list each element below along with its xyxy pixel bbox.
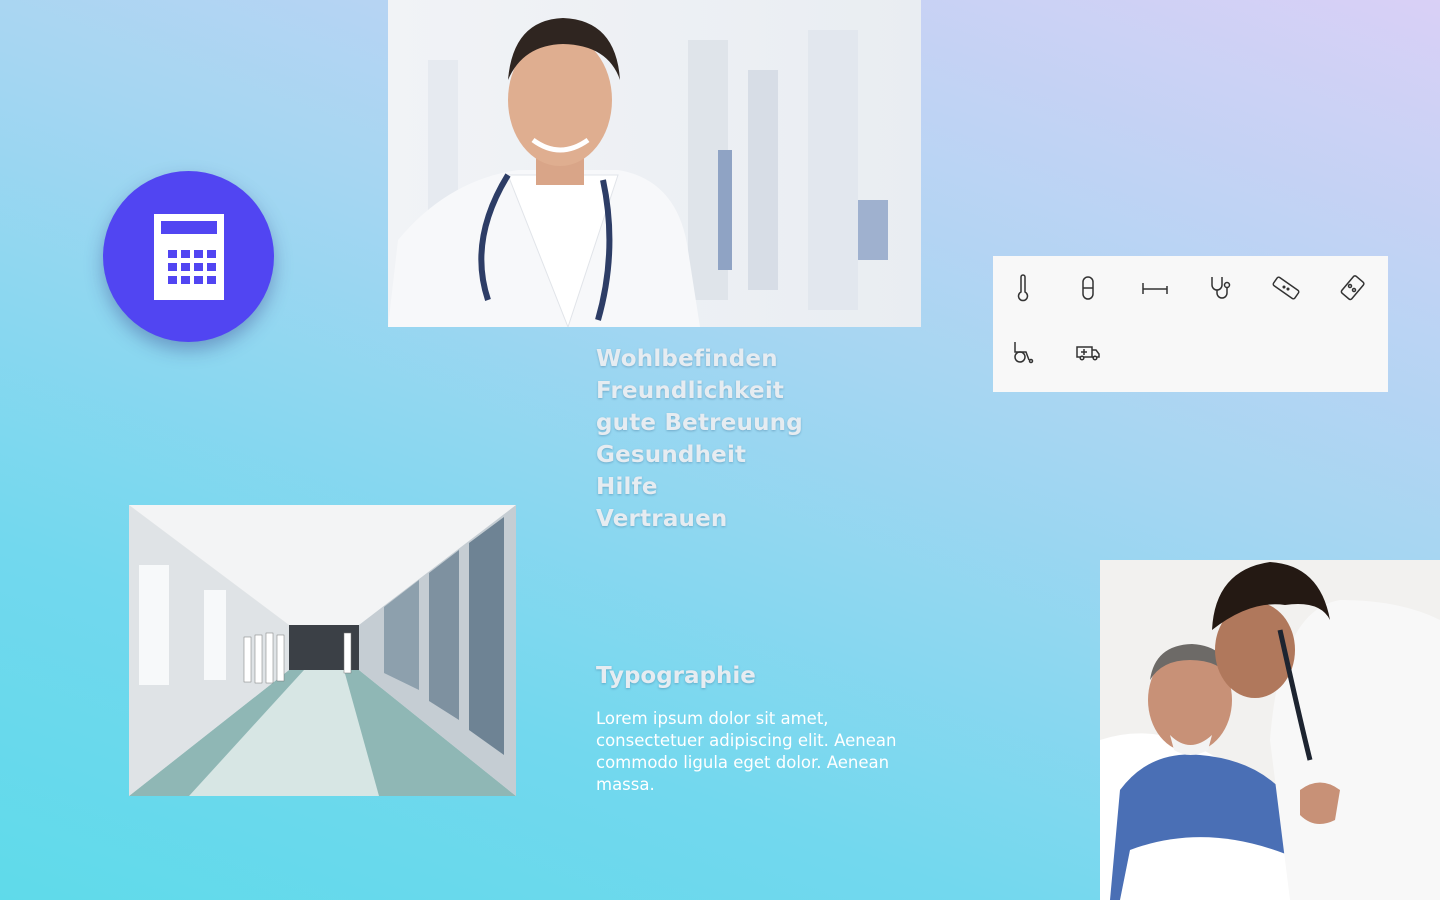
pill-blister-icon[interactable] xyxy=(1338,273,1368,303)
calculator-icon xyxy=(153,213,224,300)
bed-icon[interactable] xyxy=(1140,273,1170,303)
keyword-list: Wohlbefinden Freundlichkeit gute Betreuu… xyxy=(596,343,803,535)
ambulance-icon[interactable] xyxy=(1073,337,1103,367)
keyword-item: Wohlbefinden xyxy=(596,346,778,372)
keyword-item: Gesundheit xyxy=(596,442,747,468)
keyword-item: Vertrauen xyxy=(596,506,728,532)
stethoscope-icon[interactable] xyxy=(1205,273,1235,303)
keyword-item: gute Betreuung xyxy=(596,410,803,436)
capsule-icon[interactable] xyxy=(1073,273,1103,303)
medical-icon-panel xyxy=(993,256,1388,392)
typography-heading: Typographie xyxy=(596,663,756,689)
keyword-item: Freundlichkeit xyxy=(596,378,785,404)
doctor-photo xyxy=(388,0,921,327)
thermometer-icon[interactable] xyxy=(1008,273,1038,303)
doctor-patient-photo xyxy=(1100,560,1440,900)
wheelchair-icon[interactable] xyxy=(1008,337,1038,367)
keyword-item: Hilfe xyxy=(596,474,658,500)
bandage-icon[interactable] xyxy=(1271,273,1301,303)
hospital-corridor-photo xyxy=(129,505,516,796)
typography-body: Lorem ipsum dolor sit amet, consectetuer… xyxy=(596,709,897,794)
calculator-badge[interactable] xyxy=(103,171,274,342)
